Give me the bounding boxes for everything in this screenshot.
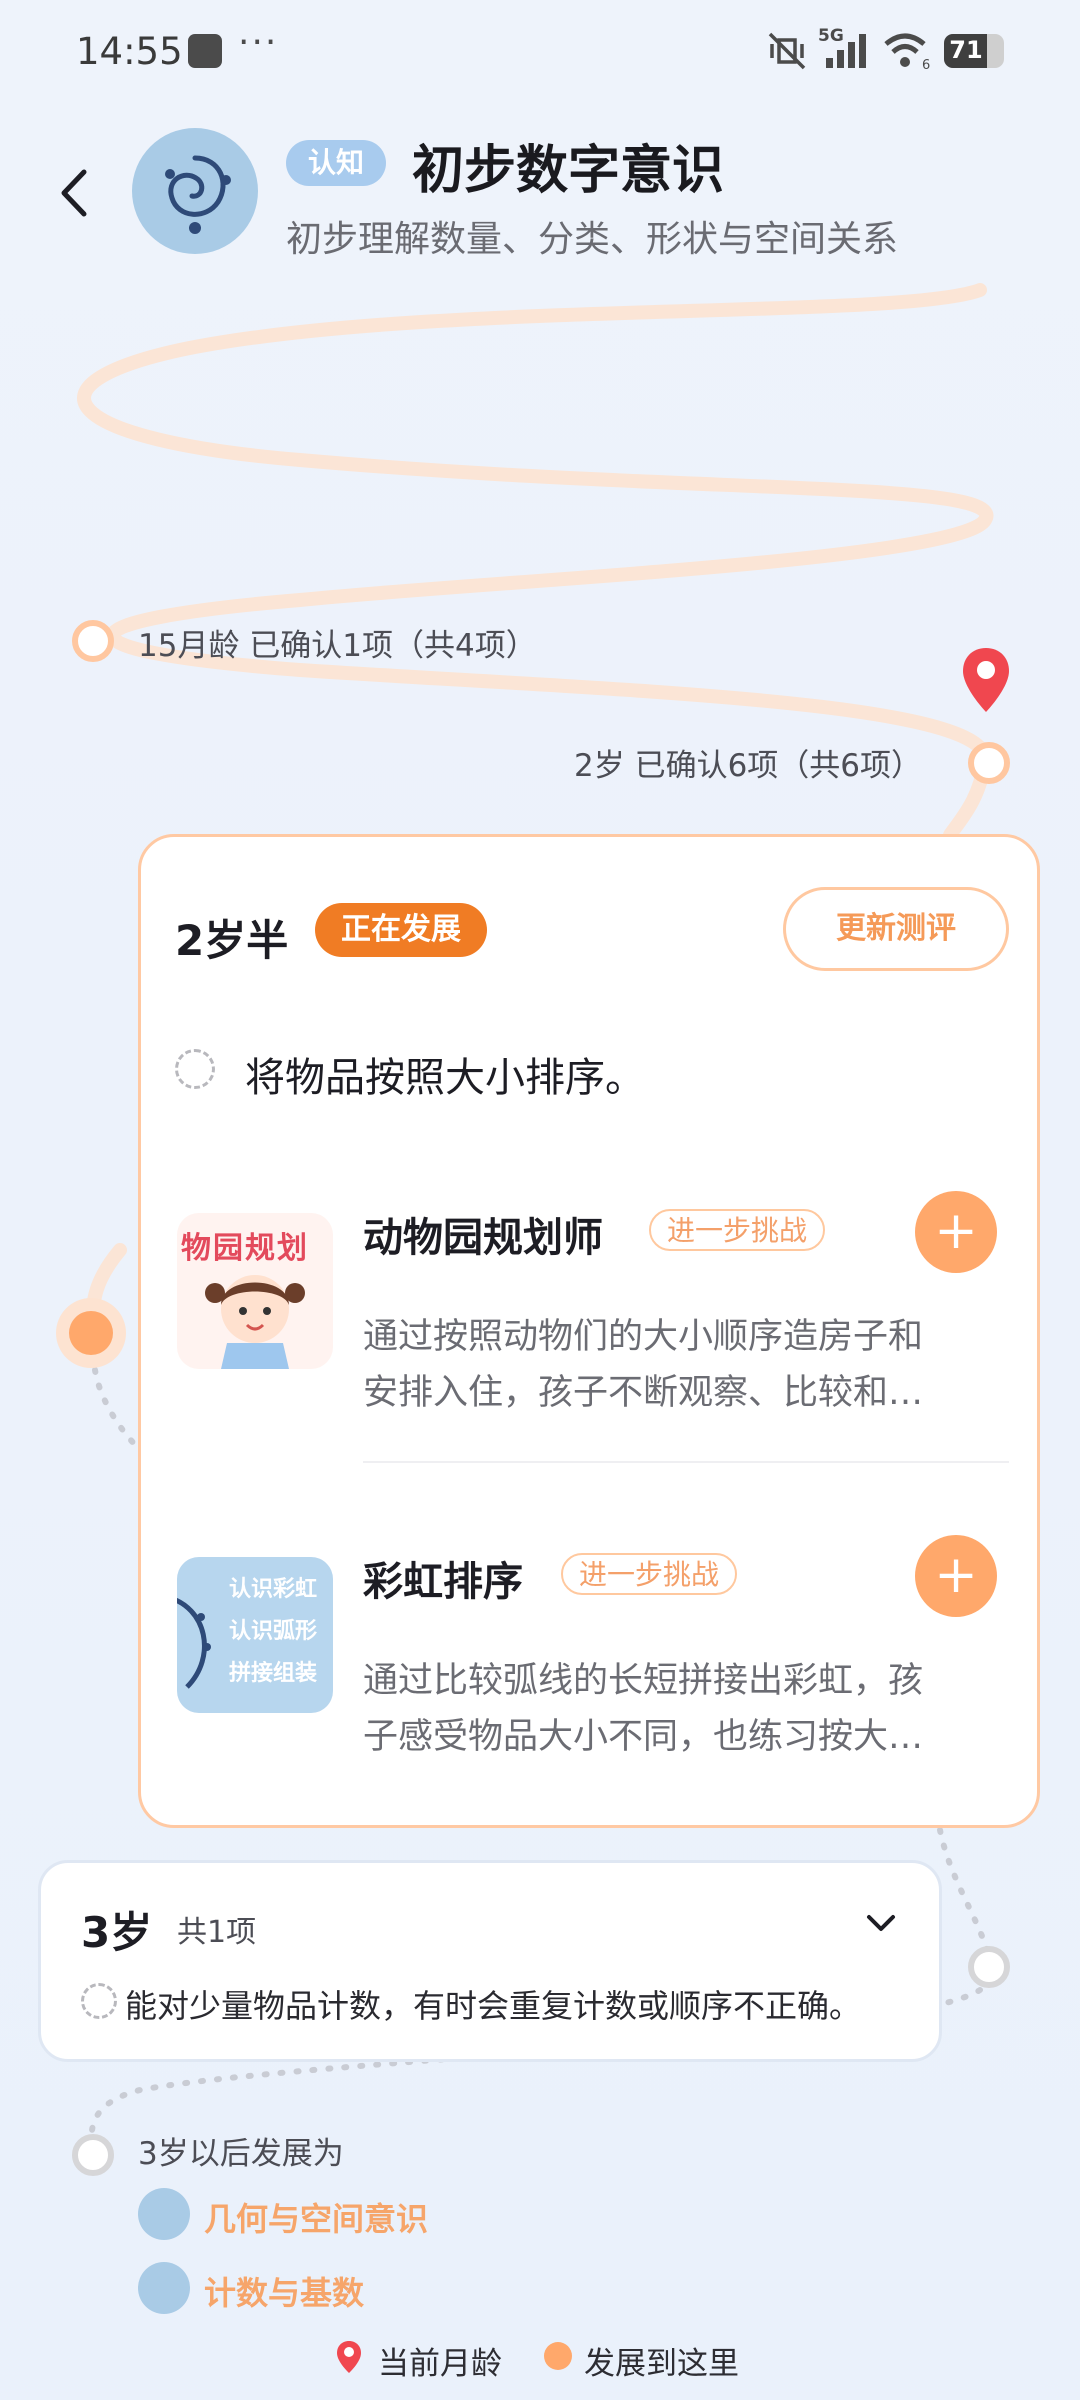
notification-icon: [188, 34, 222, 68]
milestone-15m-label[interactable]: 15月龄 已确认1项（共4项）: [138, 620, 537, 665]
stage-goal-text: 将物品按照大小排序。: [245, 1055, 645, 1101]
vibrate-mute-icon: [768, 32, 806, 70]
challenge-chip: 进一步挑战: [649, 1209, 826, 1251]
page-title: 初步数字意识: [412, 141, 725, 201]
cell-signal-icon: [826, 34, 866, 68]
category-tag: 认知: [286, 140, 387, 186]
counting-skill-icon: [138, 2262, 190, 2314]
location-pin-icon: [337, 2341, 361, 2373]
future-marker: [72, 2134, 114, 2176]
status-badge: 正在发展: [315, 903, 487, 957]
future-skill-link[interactable]: 几何与空间意识: [204, 2194, 428, 2240]
back-arrow-icon[interactable]: [50, 158, 100, 228]
milestone-2y-marker: [968, 742, 1010, 784]
activity-divider: [363, 1461, 1009, 1463]
legend-developed-here: 发展到这里: [584, 2346, 739, 2382]
milestone-3y-marker: [968, 1946, 1010, 1988]
girl-illustration: [205, 1275, 305, 1369]
stage-goal-text: 能对少量物品计数，有时会重复计数或顺序不正确。: [125, 1987, 862, 2025]
legend-dot-icon: [544, 2342, 572, 2370]
geometry-skill-icon: [138, 2188, 190, 2240]
chevron-down-icon[interactable]: [861, 1909, 901, 1939]
battery-icon: 71: [944, 34, 1004, 68]
next-stage-card[interactable]: 3岁 共1项 能对少量物品计数，有时会重复计数或顺序不正确。: [38, 1860, 942, 2062]
wifi-level-label: 6: [922, 58, 931, 73]
status-bar: 14:55 ··· 5G 6 71: [0, 0, 1080, 100]
activity-description: 通过比较弧线的长短拼接出彩虹，孩 子感受物品大小不同，也练习按大…: [363, 1661, 924, 1757]
add-activity-button[interactable]: +: [915, 1191, 997, 1273]
unchecked-goal-icon[interactable]: [175, 1049, 215, 1089]
future-label: 3岁以后发展为: [138, 2136, 344, 2172]
activity-title[interactable]: 彩虹排序: [363, 1549, 523, 1607]
battery-level: 71: [949, 36, 983, 64]
page-subtitle: 初步理解数量、分类、形状与空间关系: [286, 219, 899, 260]
milestone-15m-marker: [72, 620, 114, 662]
activity-thumbnail[interactable]: 物园规划: [177, 1213, 333, 1369]
stage-age: 2岁半: [175, 916, 289, 965]
activity-description: 通过按照动物们的大小顺序造房子和 安排入住，孩子不断观察、比较和…: [363, 1317, 924, 1413]
rainbow-arc-illustration: [177, 1597, 211, 1689]
status-time: 14:55: [76, 30, 183, 73]
unchecked-goal-icon[interactable]: [81, 1983, 117, 2019]
skill-avatar: [132, 128, 258, 254]
activity-title[interactable]: 动物园规划师: [363, 1205, 603, 1263]
thumbnail-title-text: 认识彩虹 认识弧形 拼接组装: [229, 1577, 318, 1686]
add-activity-button[interactable]: +: [915, 1535, 997, 1617]
more-notifications-icon: ···: [238, 22, 279, 63]
developing-here-marker: [56, 1298, 126, 1368]
legend-current-age: 当前月龄: [378, 2346, 502, 2382]
milestone-2y-label[interactable]: 2岁 已确认6项（共6项）: [574, 740, 922, 785]
stage-item-count: 共1项: [177, 1915, 257, 1950]
future-skill-link[interactable]: 计数与基数: [204, 2268, 364, 2314]
stage-age: 3岁: [81, 1908, 153, 1957]
activity-thumbnail[interactable]: 认识彩虹 认识弧形 拼接组装: [177, 1557, 333, 1713]
number-spiral-illustration: [165, 155, 231, 234]
current-age-pin-icon: [963, 648, 1009, 712]
current-stage-card: 2岁半 正在发展 更新测评 将物品按照大小排序。 物园规划 动物园规划师 进一步…: [138, 834, 1040, 1828]
challenge-chip: 进一步挑战: [561, 1553, 738, 1595]
update-assessment-button[interactable]: 更新测评: [783, 887, 1009, 971]
